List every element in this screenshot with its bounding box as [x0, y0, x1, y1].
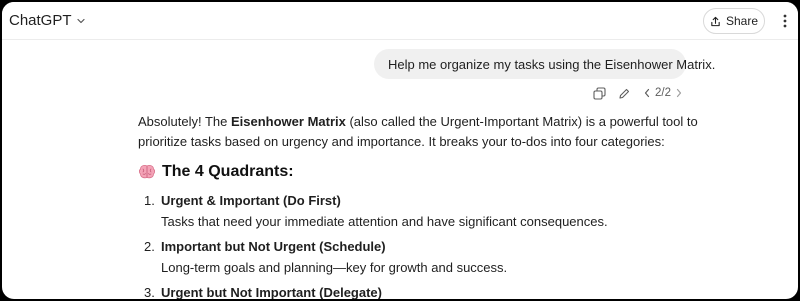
intro-text-start: Absolutely! The [138, 114, 231, 129]
share-button[interactable]: Share [703, 8, 765, 34]
pager-count: 2/2 [655, 87, 671, 99]
share-icon [710, 16, 721, 27]
app-title: ChatGPT [9, 12, 72, 29]
chat-window: ChatGPT Share Help me organize my tasks … [2, 2, 798, 299]
chevron-down-icon [76, 16, 86, 26]
response-pager: 2/2 [643, 87, 683, 99]
intro-bold-term: Eisenhower Matrix [230, 114, 346, 129]
item-description: Tasks that need your immediate attention… [161, 214, 608, 229]
model-selector[interactable]: ChatGPT [9, 12, 86, 29]
more-options-button[interactable] [778, 10, 792, 32]
item-number: 2. [144, 239, 155, 254]
message-actions: 2/2 [593, 85, 683, 101]
quadrants-heading-text: The 4 Quadrants: [162, 163, 294, 180]
list-item: 1. Urgent & Important (Do First) [144, 193, 341, 208]
share-label: Share [725, 14, 759, 28]
item-title: Important but Not Urgent (Schedule) [161, 239, 386, 254]
list-item: 2. Important but Not Urgent (Schedule) [144, 239, 386, 254]
user-message-text: Help me organize my tasks using the Eise… [388, 56, 716, 72]
brain-icon [138, 164, 156, 180]
quadrants-heading: The 4 Quadrants: [138, 163, 294, 181]
item-title: Urgent & Important (Do First) [161, 193, 341, 208]
item-number: 3. [144, 285, 155, 299]
chevron-right-icon[interactable] [675, 88, 683, 98]
item-number: 1. [144, 193, 155, 208]
edit-icon[interactable] [618, 87, 631, 100]
chevron-left-icon[interactable] [643, 88, 651, 98]
assistant-intro: Absolutely! The Eisenhower Matrix (also … [138, 112, 698, 152]
vertical-dots-icon [783, 14, 787, 28]
top-bar: ChatGPT Share [2, 2, 798, 40]
copy-icon[interactable] [593, 86, 606, 100]
list-item: 3. Urgent but Not Important (Delegate) [144, 285, 382, 299]
user-message: Help me organize my tasks using the Eise… [374, 49, 715, 79]
item-description: Long-term goals and planning—key for gro… [161, 260, 508, 275]
item-title: Urgent but Not Important (Delegate) [161, 285, 382, 299]
